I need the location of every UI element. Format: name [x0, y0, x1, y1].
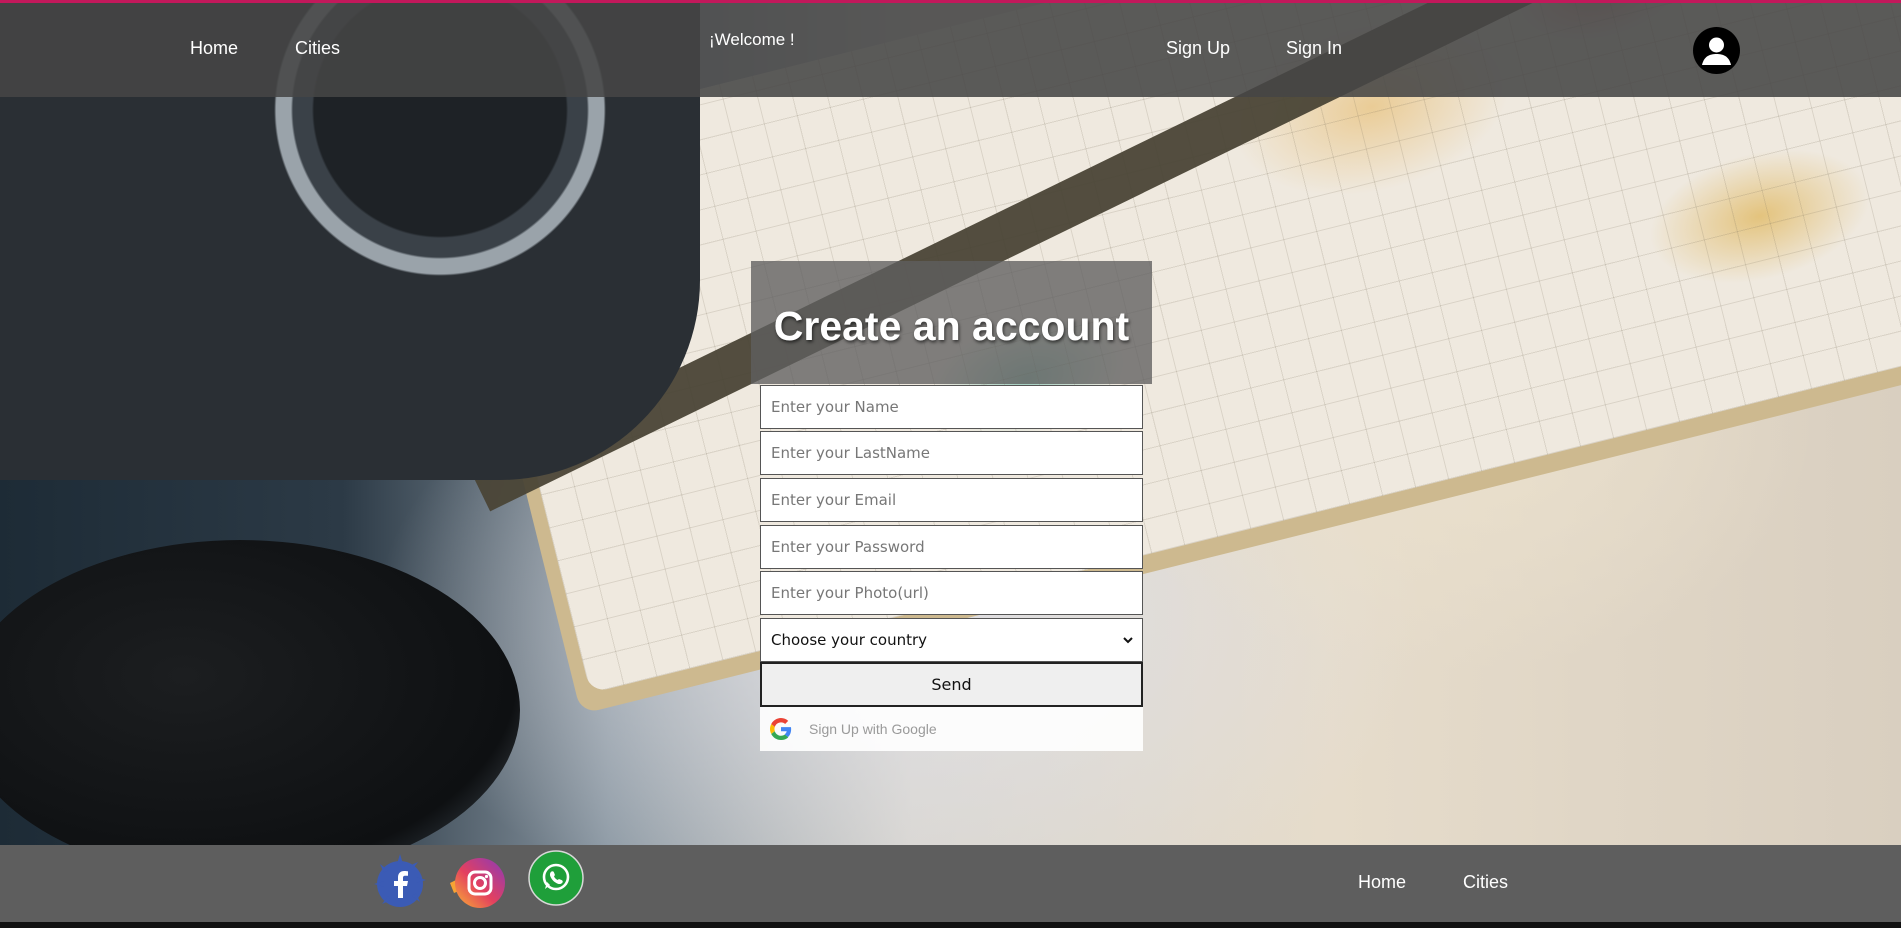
- accent-top-border: [0, 0, 1901, 3]
- instagram-icon[interactable]: [448, 855, 512, 916]
- google-signup-button[interactable]: Sign Up with Google: [760, 707, 1143, 751]
- footer-home-link[interactable]: Home: [1358, 872, 1406, 893]
- footer-bottom-bar: [0, 922, 1901, 928]
- password-field[interactable]: [760, 525, 1143, 569]
- form-title-box: Create an account: [751, 261, 1152, 384]
- send-button[interactable]: Send: [760, 662, 1143, 707]
- email-field[interactable]: [760, 478, 1143, 522]
- country-select-value: Choose your country: [771, 631, 928, 649]
- name-field[interactable]: [760, 385, 1143, 429]
- nav-sign-in-link[interactable]: Sign In: [1286, 38, 1342, 59]
- lastname-field[interactable]: [760, 431, 1143, 475]
- site-footer: Home Cities: [0, 845, 1901, 922]
- chevron-down-icon: [1123, 637, 1133, 644]
- facebook-icon[interactable]: [368, 850, 432, 919]
- nav-sign-up-link[interactable]: Sign Up: [1166, 38, 1230, 59]
- whatsapp-icon[interactable]: [528, 850, 584, 911]
- nav-cities-link[interactable]: Cities: [295, 38, 340, 59]
- google-icon: [770, 718, 792, 740]
- google-signup-label: Sign Up with Google: [809, 721, 937, 737]
- form-title: Create an account: [773, 303, 1130, 349]
- nav-home-link[interactable]: Home: [190, 38, 238, 59]
- welcome-text: ¡Welcome !: [709, 30, 795, 49]
- footer-cities-link[interactable]: Cities: [1463, 872, 1508, 893]
- photo-url-field[interactable]: [760, 571, 1143, 615]
- user-avatar-icon[interactable]: [1693, 27, 1740, 74]
- camera-strap-shadow: [0, 540, 520, 845]
- site-header: Home Cities ¡Welcome ! Sign Up Sign In: [0, 0, 1901, 97]
- country-select[interactable]: Choose your country: [760, 618, 1143, 662]
